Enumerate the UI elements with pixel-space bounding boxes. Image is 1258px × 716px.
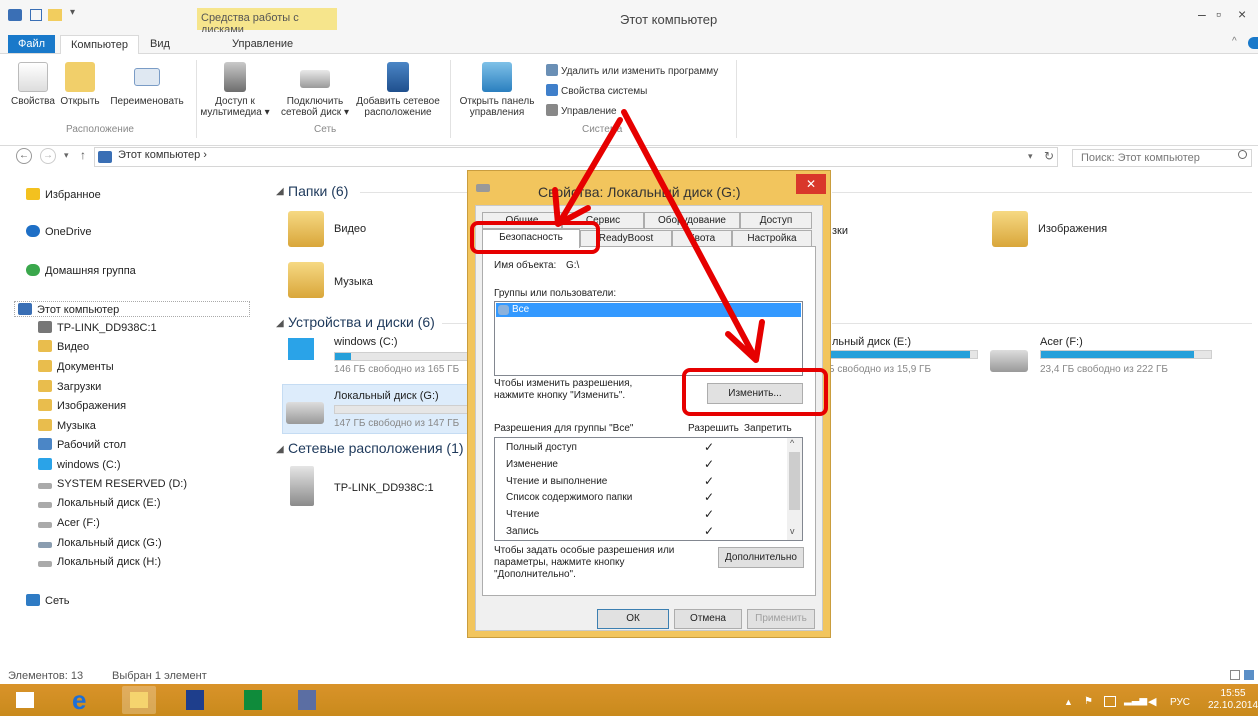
- annotation-arrow-to-change: [621, 109, 757, 359]
- annotation-arrows: [552, 109, 765, 363]
- tab-security[interactable]: Безопасность: [482, 229, 580, 248]
